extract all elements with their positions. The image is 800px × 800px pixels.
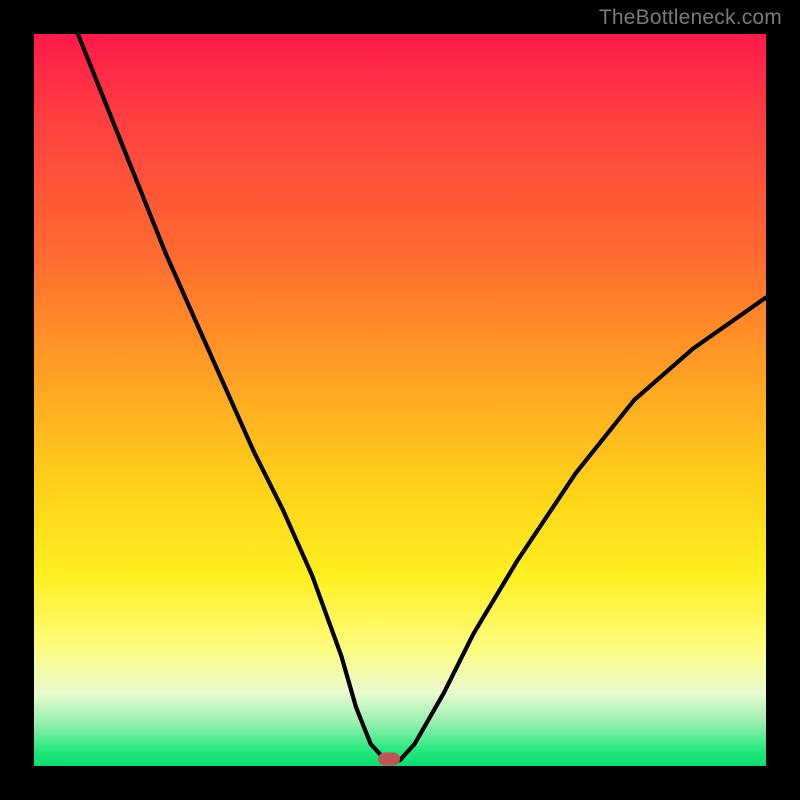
bottleneck-curve	[34, 34, 766, 766]
optimal-marker	[378, 752, 400, 765]
plot-area	[34, 34, 766, 766]
watermark-text: TheBottleneck.com	[599, 6, 782, 30]
chart-frame: TheBottleneck.com	[0, 0, 800, 800]
